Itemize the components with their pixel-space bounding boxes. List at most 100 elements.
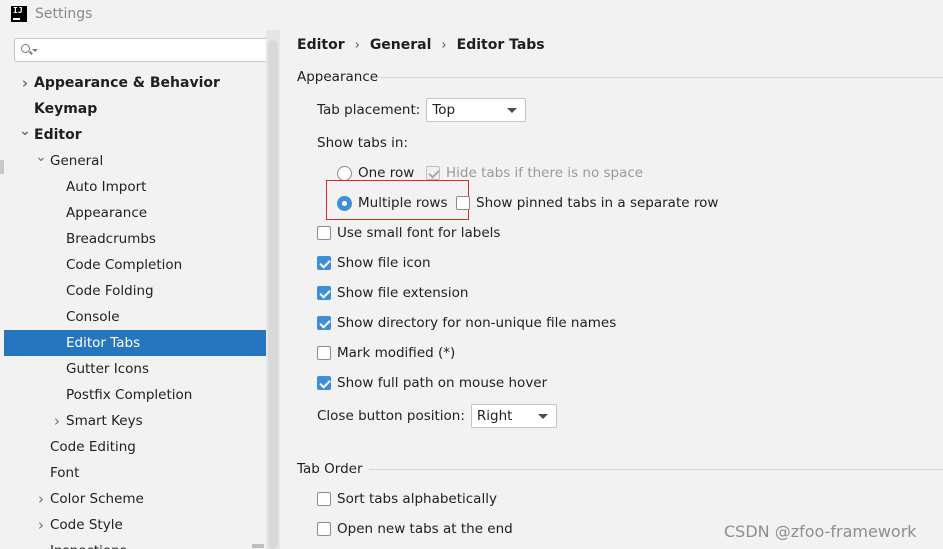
tree-item-label: Postfix Completion: [66, 387, 193, 403]
tree-item-breadcrumbs[interactable]: Breadcrumbs: [4, 226, 270, 252]
chevron-down-icon[interactable]: ⌄: [18, 122, 32, 148]
tree-item-general[interactable]: ⌄ General: [4, 148, 270, 174]
tree-item-appearance-behavior[interactable]: › Appearance & Behavior: [4, 70, 270, 96]
tree-item-appearance[interactable]: Appearance: [4, 200, 270, 226]
sidebar-scroll-end-marker: [252, 544, 264, 548]
show-file-extension-label: Show file extension: [337, 285, 469, 301]
small-font-label: Use small font for labels: [337, 225, 501, 241]
tree-item-color-scheme[interactable]: › Color Scheme: [4, 486, 270, 512]
sort-alphabetically-option[interactable]: Sort tabs alphabetically: [317, 491, 497, 507]
one-row-option[interactable]: One row: [337, 165, 414, 181]
show-pinned-option[interactable]: Show pinned tabs in a separate row: [456, 195, 718, 211]
breadcrumb-separator-icon: ›: [354, 37, 360, 53]
title-bar: IJ Settings: [0, 0, 943, 30]
search-history-dropdown-icon[interactable]: [32, 49, 38, 52]
mark-modified-label: Mark modified (*): [337, 345, 456, 361]
tree-item-code-completion[interactable]: Code Completion: [4, 252, 270, 278]
window-title: Settings: [35, 6, 93, 22]
show-directory-checkbox[interactable]: [317, 316, 331, 330]
tree-item-label: Keymap: [34, 101, 98, 117]
tree-item-editor-tabs[interactable]: Editor Tabs: [4, 330, 270, 356]
chevron-down-icon: [507, 108, 518, 113]
hide-tabs-checkbox[interactable]: [426, 166, 440, 180]
tab-placement-select[interactable]: Top: [426, 98, 527, 122]
chevron-right-icon[interactable]: ›: [18, 70, 32, 96]
small-font-checkbox[interactable]: [317, 226, 331, 240]
tab-placement-value: Top: [432, 102, 456, 118]
tree-item-console[interactable]: Console: [4, 304, 270, 330]
sort-alphabetically-checkbox[interactable]: [317, 492, 331, 506]
show-directory-option[interactable]: Show directory for non-unique file names: [317, 315, 616, 331]
chevron-right-icon[interactable]: ›: [34, 512, 48, 538]
tree-item-label: Code Completion: [66, 257, 183, 273]
show-pinned-label: Show pinned tabs in a separate row: [476, 195, 719, 211]
breadcrumb-editor[interactable]: Editor: [297, 37, 345, 53]
open-at-end-option[interactable]: Open new tabs at the end: [317, 521, 513, 537]
hide-tabs-label: Hide tabs if there is no space: [446, 165, 644, 181]
open-at-end-label: Open new tabs at the end: [337, 521, 513, 537]
tab-placement-row: Tab placement: Top: [317, 98, 527, 122]
breadcrumb: Editor › General › Editor Tabs: [297, 37, 545, 53]
breadcrumb-editor-tabs: Editor Tabs: [456, 37, 545, 53]
app-icon-text: IJ: [13, 6, 23, 15]
small-font-option[interactable]: Use small font for labels: [317, 225, 500, 241]
tree-item-smart-keys[interactable]: › Smart Keys: [4, 408, 270, 434]
tab-order-section-divider: [369, 469, 943, 470]
breadcrumb-separator-icon: ›: [441, 37, 447, 53]
tree-item-inspections[interactable]: Inspections: [4, 538, 270, 549]
show-directory-label: Show directory for non-unique file names: [337, 315, 617, 331]
tree-item-label: Inspections: [50, 538, 127, 549]
sidebar-scrollbar-thumb[interactable]: [268, 40, 278, 549]
settings-content-panel: Editor › General › Editor Tabs Appearanc…: [281, 30, 943, 549]
chevron-right-icon[interactable]: ›: [50, 408, 64, 434]
one-row-radio[interactable]: [337, 165, 352, 181]
breadcrumb-general[interactable]: General: [370, 37, 432, 53]
open-at-end-checkbox[interactable]: [317, 522, 331, 536]
tree-item-label: Editor Tabs: [66, 335, 141, 351]
chevron-down-icon[interactable]: ⌄: [34, 148, 48, 174]
show-file-icon-option[interactable]: Show file icon: [317, 255, 431, 271]
tree-item-gutter-icons[interactable]: Gutter Icons: [4, 356, 270, 382]
chevron-down-icon: [537, 414, 548, 419]
tree-item-label: Editor: [34, 127, 82, 143]
mark-modified-checkbox[interactable]: [317, 346, 331, 360]
show-file-extension-checkbox[interactable]: [317, 286, 331, 300]
tree-item-code-style[interactable]: › Code Style: [4, 512, 270, 538]
tree-item-code-folding[interactable]: Code Folding: [4, 278, 270, 304]
show-pinned-checkbox[interactable]: [456, 196, 470, 210]
close-button-position-select[interactable]: Right: [470, 404, 557, 428]
intellij-app-icon: IJ: [11, 6, 27, 22]
tree-item-auto-import[interactable]: Auto Import: [4, 174, 270, 200]
close-button-position-row: Close button position: Right: [317, 404, 557, 428]
show-file-icon-checkbox[interactable]: [317, 256, 331, 270]
mark-modified-option[interactable]: Mark modified (*): [317, 345, 455, 361]
tree-item-font[interactable]: Font: [4, 460, 270, 486]
tree-item-code-editing[interactable]: Code Editing: [4, 434, 270, 460]
tab-placement-label: Tab placement:: [317, 102, 421, 118]
tree-item-label: Code Style: [50, 517, 123, 533]
tree-item-label: Breadcrumbs: [66, 231, 156, 247]
tree-item-postfix-completion[interactable]: Postfix Completion: [4, 382, 270, 408]
show-full-path-checkbox[interactable]: [317, 376, 331, 390]
hide-tabs-option[interactable]: Hide tabs if there is no space: [426, 165, 643, 181]
settings-search-box[interactable]: [14, 38, 272, 62]
appearance-section-title: Appearance: [297, 69, 379, 85]
tree-item-label: Appearance & Behavior: [34, 75, 220, 91]
chevron-right-icon[interactable]: ›: [34, 486, 48, 512]
tree-item-keymap[interactable]: Keymap: [4, 96, 270, 122]
settings-search-input[interactable]: [41, 41, 267, 59]
tree-item-label: Code Folding: [66, 283, 154, 299]
show-file-extension-option[interactable]: Show file extension: [317, 285, 468, 301]
tree-item-label: Appearance: [66, 205, 148, 221]
close-button-position-value: Right: [476, 408, 513, 424]
tree-item-editor[interactable]: ⌄ Editor: [4, 122, 270, 148]
tree-item-label: Auto Import: [66, 179, 147, 195]
show-full-path-option[interactable]: Show full path on mouse hover: [317, 375, 547, 391]
settings-sidebar: › Appearance & Behavior Keymap ⌄ Editor ⌄ Gene…: [4, 30, 280, 549]
settings-tree: › Appearance & Behavior Keymap ⌄ Editor ⌄ Gene…: [4, 70, 270, 549]
tree-item-label: Console: [66, 309, 120, 325]
show-tabs-in-row: Show tabs in:: [317, 135, 408, 151]
csdn-watermark: CSDN @zfoo-framework: [724, 522, 917, 541]
show-file-icon-label: Show file icon: [337, 255, 431, 271]
tree-item-label: Font: [50, 465, 80, 481]
